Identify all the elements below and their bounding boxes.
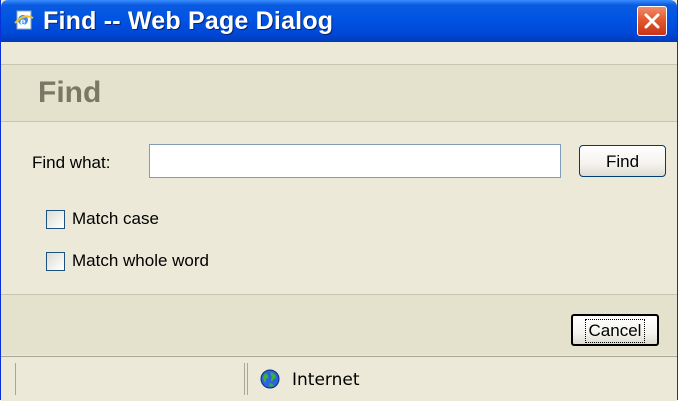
match-case-label: Match case xyxy=(72,209,159,228)
window-title: Find -- Web Page Dialog xyxy=(43,7,334,35)
match-case-checkbox[interactable] xyxy=(46,209,65,229)
cancel-button[interactable]: Cancel xyxy=(571,314,659,346)
find-button[interactable]: Find xyxy=(579,145,666,177)
close-button[interactable] xyxy=(637,6,667,36)
match-case-option[interactable]: Match case xyxy=(46,208,159,230)
status-pane-left xyxy=(15,363,245,395)
close-icon xyxy=(644,13,660,29)
ie-page-icon: e xyxy=(13,9,35,31)
match-whole-word-label: Match whole word xyxy=(72,251,210,270)
match-whole-word-option[interactable]: Match whole word xyxy=(46,250,209,272)
dialog-window: e Find -- Web Page Dialog Find Find what… xyxy=(0,0,678,401)
find-input[interactable] xyxy=(149,144,561,178)
security-zone-pane[interactable]: Internet xyxy=(247,363,675,395)
zone-label: Internet xyxy=(292,370,360,390)
title-bar[interactable]: e Find -- Web Page Dialog xyxy=(1,0,677,42)
svg-text:e: e xyxy=(20,17,26,28)
match-whole-word-checkbox[interactable] xyxy=(46,251,65,271)
status-bar: Internet xyxy=(1,356,677,401)
globe-icon xyxy=(260,369,280,389)
cancel-button-label: Cancel xyxy=(584,319,646,343)
find-what-label: Find what: xyxy=(32,153,111,172)
header-title: Find xyxy=(38,76,102,109)
dialog-footer: Cancel xyxy=(1,294,677,355)
dialog-header: Find xyxy=(1,64,677,122)
